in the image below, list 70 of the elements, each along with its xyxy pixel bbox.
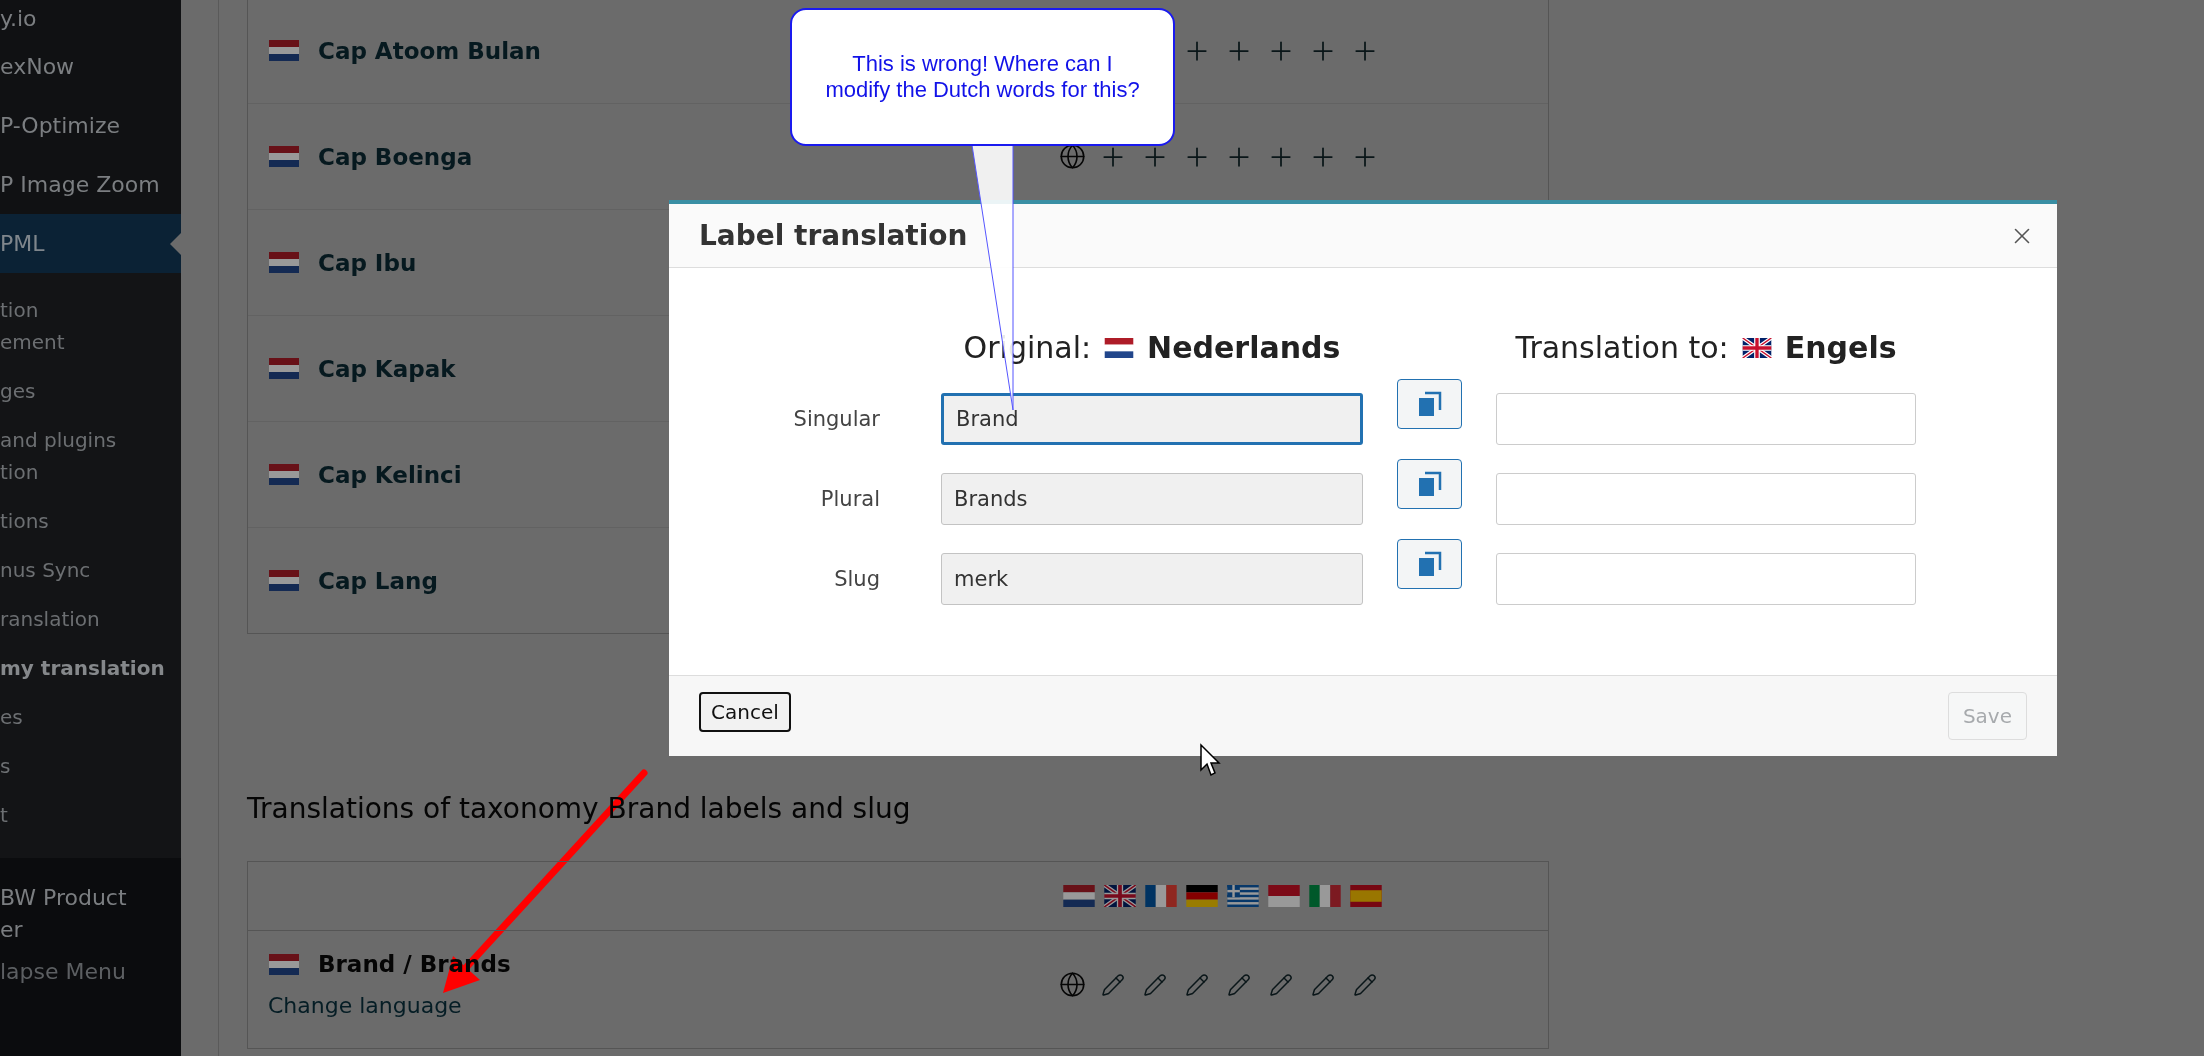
sidebar-item[interactable]: P-Optimize xyxy=(0,96,181,155)
flag-icon xyxy=(268,570,300,591)
original-label: Original: xyxy=(963,330,1092,365)
submenu-item[interactable]: es xyxy=(0,701,181,750)
submenu-item[interactable]: tions xyxy=(0,505,181,554)
translation-field[interactable] xyxy=(1496,473,1916,525)
field-label: Singular xyxy=(792,407,881,431)
term-name: Cap Kelinci xyxy=(318,461,462,488)
term-name: Cap Boenga xyxy=(318,143,473,170)
collapse-menu-item[interactable]: lapse Menu xyxy=(0,946,181,998)
sidebar-item[interactable]: y.io xyxy=(0,0,181,37)
original-language: Nederlands xyxy=(1147,330,1341,365)
flag-icon xyxy=(268,252,300,273)
submenu-item[interactable]: ges xyxy=(0,375,181,424)
submenu-item[interactable]: t xyxy=(0,799,181,848)
sidebar-item[interactable]: P Image Zoom xyxy=(0,155,181,214)
submenu-item[interactable]: ranslation xyxy=(0,603,181,652)
flag-icon xyxy=(268,146,300,167)
pencil-icon[interactable] xyxy=(1101,972,1125,997)
flag-icon xyxy=(1063,885,1095,907)
submenu-item[interactable]: nus Sync xyxy=(0,554,181,603)
translation-field[interactable] xyxy=(1496,393,1916,445)
flag-icon xyxy=(1350,885,1382,907)
copy-button[interactable] xyxy=(1397,379,1462,429)
target-language: Engels xyxy=(1784,330,1897,365)
change-language-link[interactable]: Change language xyxy=(268,993,511,1018)
pencil-icon[interactable] xyxy=(1353,972,1377,997)
term-name: Cap Lang xyxy=(318,567,438,594)
copy-button[interactable] xyxy=(1397,459,1462,509)
pencil-icon[interactable] xyxy=(1311,972,1335,997)
flag-icon xyxy=(1103,337,1136,358)
original-field[interactable]: Brand xyxy=(941,393,1363,445)
term-name: Cap Kapak xyxy=(318,355,456,382)
submenu-item[interactable]: and plugins tion xyxy=(0,424,181,505)
original-field[interactable]: merk xyxy=(941,553,1363,605)
submenu-item[interactable]: tion ement xyxy=(0,294,181,375)
sidebar-item[interactable]: BW Product er xyxy=(0,858,181,946)
pointer-notch xyxy=(170,232,181,255)
sidebar-item[interactable]: exNow xyxy=(0,37,181,96)
pencil-icon[interactable] xyxy=(1269,972,1293,997)
field-label: Plural xyxy=(819,487,881,511)
dialog-title: Label translation xyxy=(699,219,968,252)
flag-icon xyxy=(1740,337,1773,358)
flag-icon xyxy=(1145,885,1177,907)
translation-field[interactable] xyxy=(1496,553,1916,605)
pencil-icon[interactable] xyxy=(1227,972,1251,997)
flag-icon xyxy=(1309,885,1341,907)
term-name: Cap Ibu xyxy=(318,249,417,276)
flag-icon xyxy=(1227,885,1259,907)
submenu-item[interactable]: my translation xyxy=(0,652,181,701)
pencil-icon[interactable] xyxy=(1143,972,1167,997)
flag-icon xyxy=(1104,885,1136,907)
cancel-button[interactable]: Cancel xyxy=(699,692,791,732)
field-label: Slug xyxy=(833,567,881,591)
flag-icon xyxy=(1268,885,1300,907)
term-name: Cap Atoom Bulan xyxy=(318,37,541,64)
callout-text: This is wrong! Where can I modify the Dutch words for this? xyxy=(825,51,1140,103)
section-title: Translations of taxonomy Brand labels and slug xyxy=(247,792,912,825)
flag-icon xyxy=(1186,885,1218,907)
copy-button[interactable] xyxy=(1397,539,1462,589)
flag-icon xyxy=(268,464,300,485)
submenu-item[interactable]: s xyxy=(0,750,181,799)
pencil-icon[interactable] xyxy=(1185,972,1209,997)
flag-icon xyxy=(268,40,300,61)
sidebar-item[interactable]: PML xyxy=(0,214,181,273)
globe-icon[interactable] xyxy=(1059,143,1086,170)
flag-icon xyxy=(268,358,300,379)
translation-label: Translation to: xyxy=(1515,330,1729,365)
original-field[interactable]: Brands xyxy=(941,473,1363,525)
flag-icon xyxy=(268,953,300,975)
